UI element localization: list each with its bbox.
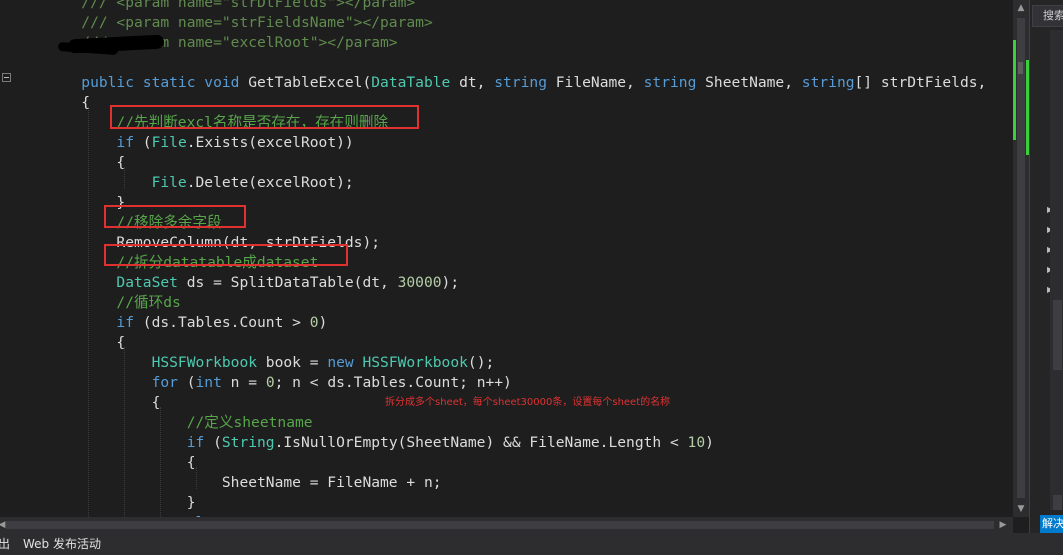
code-token: public static void bbox=[11, 74, 249, 91]
code-token: int bbox=[195, 374, 222, 391]
code-token: dt, bbox=[450, 74, 495, 91]
scroll-thumb[interactable] bbox=[1053, 495, 1062, 510]
code-line[interactable]: //定义sheetname bbox=[11, 413, 313, 433]
code-line[interactable]: SheetName = FileName + n; bbox=[11, 473, 442, 493]
code-token: DataSet bbox=[11, 274, 178, 291]
code-token: { bbox=[11, 154, 126, 171]
output-tab-label[interactable]: 出 bbox=[0, 533, 10, 555]
code-line[interactable]: { bbox=[11, 453, 196, 473]
code-token: ( bbox=[204, 434, 222, 451]
solution-explorer-panel: 搜索 ▶ ▶ ▶ ▶ ▶ 解决 bbox=[1029, 0, 1063, 533]
code-token: string bbox=[801, 74, 855, 91]
code-token: String bbox=[221, 434, 275, 451]
caret-marker bbox=[1018, 62, 1023, 74]
code-token: if bbox=[11, 134, 135, 151]
highlight-box bbox=[104, 205, 246, 228]
highlight-box bbox=[104, 244, 348, 266]
code-line[interactable]: File.Delete(excelRoot); bbox=[11, 173, 354, 193]
code-token: /// <param name="strFieldsName"></param> bbox=[11, 14, 433, 31]
code-token: { bbox=[11, 394, 161, 411]
code-line[interactable]: { bbox=[11, 333, 125, 353]
code-line[interactable]: for (int n = 0; n < ds.Tables.Count; n++… bbox=[11, 373, 512, 393]
code-line[interactable]: if (ds.Tables.Count > 0) bbox=[11, 313, 327, 333]
horizontal-scrollbar[interactable]: ◀ ▶ bbox=[0, 517, 1013, 533]
code-token: .IsNullOrEmpty(SheetName) && FileName.Le… bbox=[274, 434, 688, 451]
code-line[interactable]: //循环ds bbox=[11, 293, 181, 313]
code-token: ) bbox=[705, 434, 714, 451]
code-line[interactable]: /// <param name="strDtFields"></param> bbox=[11, 0, 415, 13]
code-token: .Exists(excelRoot)) bbox=[186, 134, 354, 151]
code-token: if bbox=[11, 434, 205, 451]
code-token: ) bbox=[318, 314, 328, 331]
code-line[interactable]: { bbox=[11, 393, 161, 413]
scroll-down-icon[interactable]: ▼ bbox=[1015, 503, 1027, 515]
scroll-thumb[interactable] bbox=[1017, 18, 1025, 498]
code-token: (); bbox=[467, 354, 495, 371]
code-line[interactable]: DataSet ds = SplitDataTable(dt, 30000); bbox=[11, 273, 459, 293]
code-token: HSSFWorkbook bbox=[362, 354, 468, 371]
code-token: FileName, bbox=[546, 74, 644, 91]
panel-scrollbar[interactable] bbox=[1050, 30, 1063, 510]
annotation-note: 拆分成多个sheet，每个sheet30000条，设置每个sheet的名称 bbox=[385, 397, 671, 408]
code-token: //定义sheetname bbox=[11, 414, 313, 431]
solution-explorer-tab[interactable]: 解决 bbox=[1040, 515, 1063, 533]
code-token: 0 bbox=[265, 374, 275, 391]
code-line[interactable]: if (String.IsNullOrEmpty(SheetName) && F… bbox=[11, 433, 714, 453]
code-token: ); bbox=[441, 274, 460, 291]
scroll-thumb[interactable] bbox=[6, 521, 994, 529]
scroll-up-icon[interactable]: ▲ bbox=[1015, 2, 1027, 14]
code-line[interactable]: if (File.Exists(excelRoot)) bbox=[11, 133, 354, 153]
code-token: { bbox=[11, 334, 126, 351]
code-token: { bbox=[11, 94, 91, 111]
web-publish-tab[interactable]: Web 发布活动 bbox=[23, 533, 101, 555]
vertical-scrollbar[interactable]: ▲ ▼ bbox=[1013, 0, 1029, 517]
highlight-box bbox=[110, 105, 419, 129]
code-token: ( bbox=[177, 374, 196, 391]
code-token: for bbox=[11, 374, 178, 391]
code-line[interactable]: public static void GetTableExcel(DataTab… bbox=[11, 73, 986, 93]
code-token: //循环ds bbox=[11, 294, 181, 311]
code-token: [] strDtFields, bbox=[854, 74, 987, 91]
code-token: ( bbox=[134, 134, 152, 151]
code-token: book = bbox=[257, 354, 328, 371]
code-token: } bbox=[11, 494, 196, 511]
code-token: HSSFWorkbook bbox=[11, 354, 258, 371]
change-marker bbox=[1013, 40, 1016, 140]
code-token: File bbox=[11, 174, 187, 191]
code-token: /// <param name="strDtFields"></param> bbox=[11, 0, 416, 11]
status-bar: 出 Web 发布活动 bbox=[0, 533, 1063, 555]
code-line[interactable]: } bbox=[11, 493, 196, 513]
code-token: ; n < ds.Tables.Count; n++) bbox=[274, 374, 512, 391]
code-editor[interactable]: /// <param name="strDtFields"></param> /… bbox=[0, 0, 1013, 517]
code-token: SheetName, bbox=[696, 74, 802, 91]
code-token: DataTable bbox=[371, 74, 451, 91]
code-token: File bbox=[151, 134, 187, 151]
code-line[interactable]: /// <param name="strFieldsName"></param> bbox=[11, 13, 433, 33]
code-token: SheetName = FileName + n; bbox=[11, 474, 442, 491]
search-input[interactable]: 搜索 bbox=[1032, 5, 1063, 27]
code-token: new bbox=[327, 354, 363, 371]
code-token: n = bbox=[221, 374, 266, 391]
code-line[interactable]: HSSFWorkbook book = new HSSFWorkbook(); bbox=[11, 353, 495, 373]
code-token: if bbox=[11, 314, 135, 331]
code-token: string bbox=[643, 74, 697, 91]
scroll-right-icon[interactable]: ▶ bbox=[997, 519, 1009, 531]
code-token: 10 bbox=[687, 434, 706, 451]
code-token: { bbox=[11, 454, 196, 471]
code-token: string bbox=[494, 74, 547, 91]
code-token: 0 bbox=[309, 314, 319, 331]
scroll-thumb[interactable] bbox=[1053, 300, 1062, 370]
code-token: (ds.Tables.Count > bbox=[134, 314, 310, 331]
code-line[interactable]: { bbox=[11, 93, 90, 113]
code-token: 30000 bbox=[397, 274, 442, 291]
code-token: .Delete(excelRoot); bbox=[186, 174, 354, 191]
code-token: ds = SplitDataTable(dt, bbox=[177, 274, 398, 291]
code-line[interactable]: { bbox=[11, 153, 125, 173]
code-token: GetTableExcel( bbox=[248, 74, 372, 91]
